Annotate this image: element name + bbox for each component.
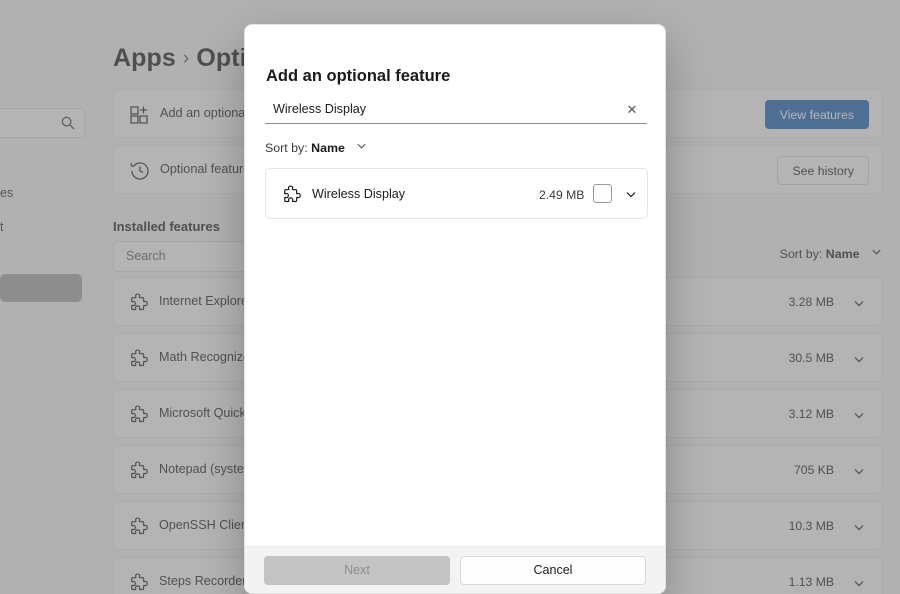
dialog-sort-prefix: Sort by:: [265, 141, 308, 155]
chevron-down-icon: [355, 141, 368, 155]
dialog-title: Add an optional feature: [266, 67, 451, 85]
add-optional-feature-dialog: Add an optional feature Wireless Display…: [244, 24, 666, 594]
result-name: Wireless Display: [312, 187, 406, 201]
result-size: 2.49 MB: [539, 188, 585, 202]
dialog-footer: Next Cancel: [245, 546, 665, 593]
dialog-search-input[interactable]: Wireless Display ✕: [265, 96, 647, 124]
list-item[interactable]: Wireless Display 2.49 MB: [265, 168, 648, 219]
chevron-down-icon[interactable]: [624, 187, 638, 201]
result-checkbox[interactable]: [593, 184, 612, 203]
dialog-search-value: Wireless Display: [273, 102, 367, 116]
close-icon[interactable]: ✕: [621, 99, 643, 121]
puzzle-piece-icon: [281, 183, 304, 206]
dialog-sort-by-dropdown[interactable]: Sort by: Name: [265, 139, 368, 155]
dialog-sort-value: Name: [311, 141, 345, 155]
cancel-button[interactable]: Cancel: [460, 555, 646, 585]
next-button[interactable]: Next: [264, 555, 450, 585]
dialog-results-list: Wireless Display 2.49 MB: [265, 168, 648, 219]
